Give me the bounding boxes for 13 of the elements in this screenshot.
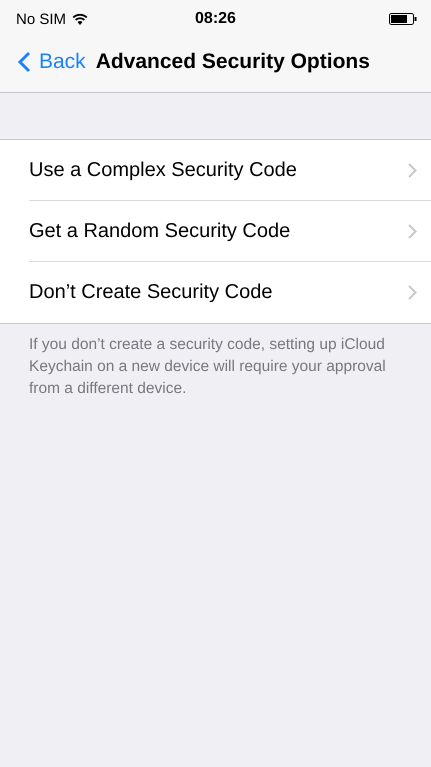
option-row[interactable]: Don’t Create Security Code: [29, 262, 431, 323]
option-row[interactable]: Get a Random Security Code: [29, 201, 431, 262]
chevron-right-icon: [408, 162, 417, 178]
wifi-icon: [72, 13, 88, 25]
footer-note: If you don’t create a security code, setting up iCloud Keychain on a new device will require your approval from a different device.: [29, 335, 387, 399]
chevron-left-icon: [18, 51, 31, 73]
chevron-right-icon: [408, 224, 417, 238]
carrier-text: No SIM: [16, 10, 66, 28]
clock-text: 08:26: [194, 10, 237, 28]
page-title: Advanced Security Options: [96, 50, 370, 74]
chevron-right-icon: [408, 285, 417, 300]
option-row[interactable]: Use a Complex Security Code: [29, 140, 431, 201]
battery-icon: [389, 13, 417, 25]
